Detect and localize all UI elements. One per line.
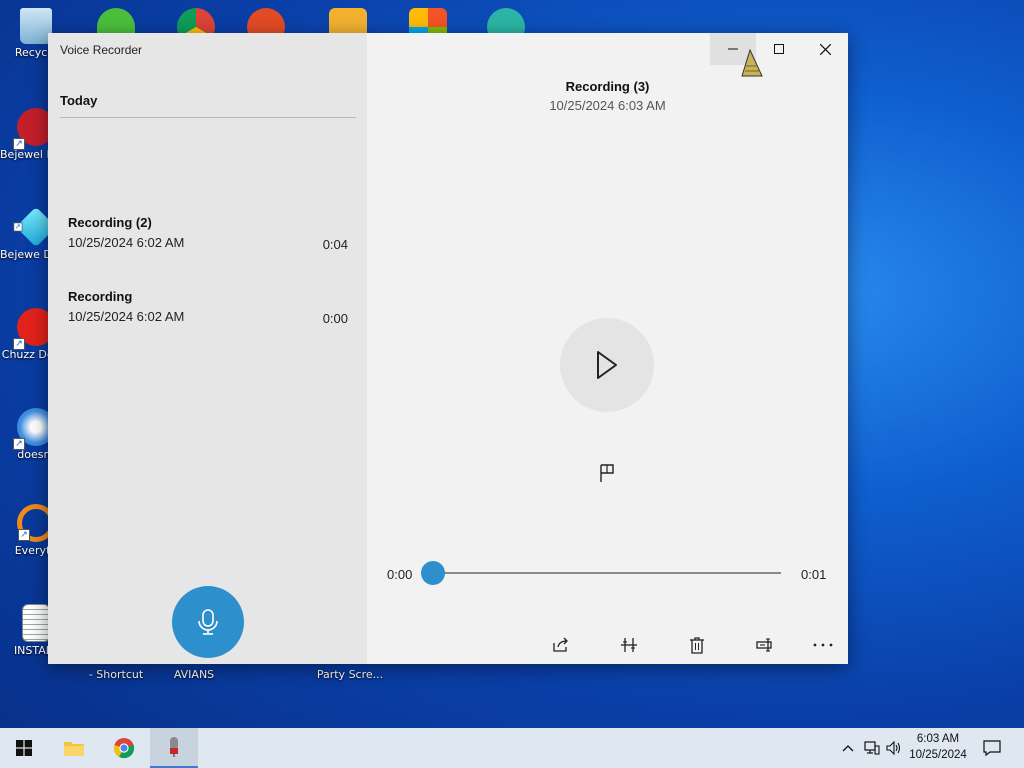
desktop-icon-party-screen[interactable]: Party Scre... [314,666,386,681]
rename-icon [756,638,772,652]
seek-bar-track[interactable] [433,572,781,574]
folder-icon [64,742,84,756]
recording-duration: 0:00 [322,311,348,326]
play-icon [597,351,617,379]
recordings-pane: Voice Recorder Today Recording (2) 10/25… [48,33,367,664]
app-title: Voice Recorder [60,43,143,57]
recording-date: 10/25/2024 6:02 AM [68,235,185,250]
network-icon [864,741,880,755]
taskbar-clock[interactable]: 6:03 AM 10/25/2024 [902,731,974,763]
network-button[interactable] [862,738,882,758]
delete-icon [690,637,704,654]
desktop-icon-label: AVIANS [173,668,215,681]
delete-button[interactable] [680,631,714,659]
microphone-icon [170,737,178,757]
start-button[interactable] [0,728,48,768]
desktop-icon-avians[interactable]: AVIANS [158,666,230,681]
notification-icon [983,740,1001,756]
elapsed-time: 0:00 [387,567,413,582]
group-divider [60,117,356,118]
desktop-icon-shortcut[interactable]: - Shortcut [80,666,152,681]
recording-list-item[interactable]: Recording 10/25/2024 6:02 AM 0:00 [60,281,356,337]
close-button[interactable] [802,33,848,65]
flag-icon [600,464,614,482]
maximize-icon [774,44,784,54]
recording-date: 10/25/2024 6:02 AM [68,309,185,324]
add-marker-button[interactable] [593,459,621,487]
recording-duration: 0:04 [322,237,348,252]
clock-date: 10/25/2024 [909,749,967,761]
taskbar-chrome[interactable] [100,728,148,768]
total-time: 0:01 [801,567,827,582]
seek-bar-thumb[interactable] [421,561,445,585]
record-button[interactable] [172,586,244,658]
minimize-icon [728,48,738,50]
play-button[interactable] [560,318,654,412]
windows-start-icon [16,740,32,756]
trim-button[interactable] [612,631,646,659]
microphone-icon [198,609,218,635]
clock-time: 6:03 AM [916,733,960,745]
text-document-icon [22,604,50,642]
more-options-button[interactable] [806,631,840,659]
action-center-button[interactable] [982,738,1002,758]
recording-list-item[interactable]: Recording (2) 10/25/2024 6:02 AM 0:04 [60,207,356,263]
taskbar-voice-recorder[interactable] [150,728,198,768]
current-recording-title: Recording (3) [565,79,650,94]
voice-recorder-window: Voice Recorder Today Recording (2) 10/25… [48,33,848,664]
taskbar-file-explorer[interactable] [50,728,98,768]
recording-name: Recording [68,289,133,304]
recording-name: Recording (2) [68,215,152,230]
volume-button[interactable] [884,738,904,758]
taskbar: 6:03 AM 10/25/2024 [0,728,1024,768]
desktop-icon-label: Party Scre... [316,668,384,681]
current-recording-date: 10/25/2024 6:03 AM [549,98,666,113]
desktop-icon-label: - Shortcut [88,668,144,681]
rename-button[interactable] [748,631,782,659]
share-button[interactable] [544,631,578,659]
more-icon [813,643,833,647]
recordings-group-header: Today [60,93,98,108]
close-icon [819,43,831,55]
player-pane: Recording (3) 10/25/2024 6:03 AM 0:00 0:… [367,33,848,664]
share-icon [553,637,568,652]
mouse-cursor-icon [741,48,763,77]
show-hidden-icons-button[interactable] [838,738,858,758]
speaker-icon [886,741,901,755]
chevron-up-icon [842,745,854,752]
trim-icon [621,638,637,652]
chrome-icon [113,738,135,759]
